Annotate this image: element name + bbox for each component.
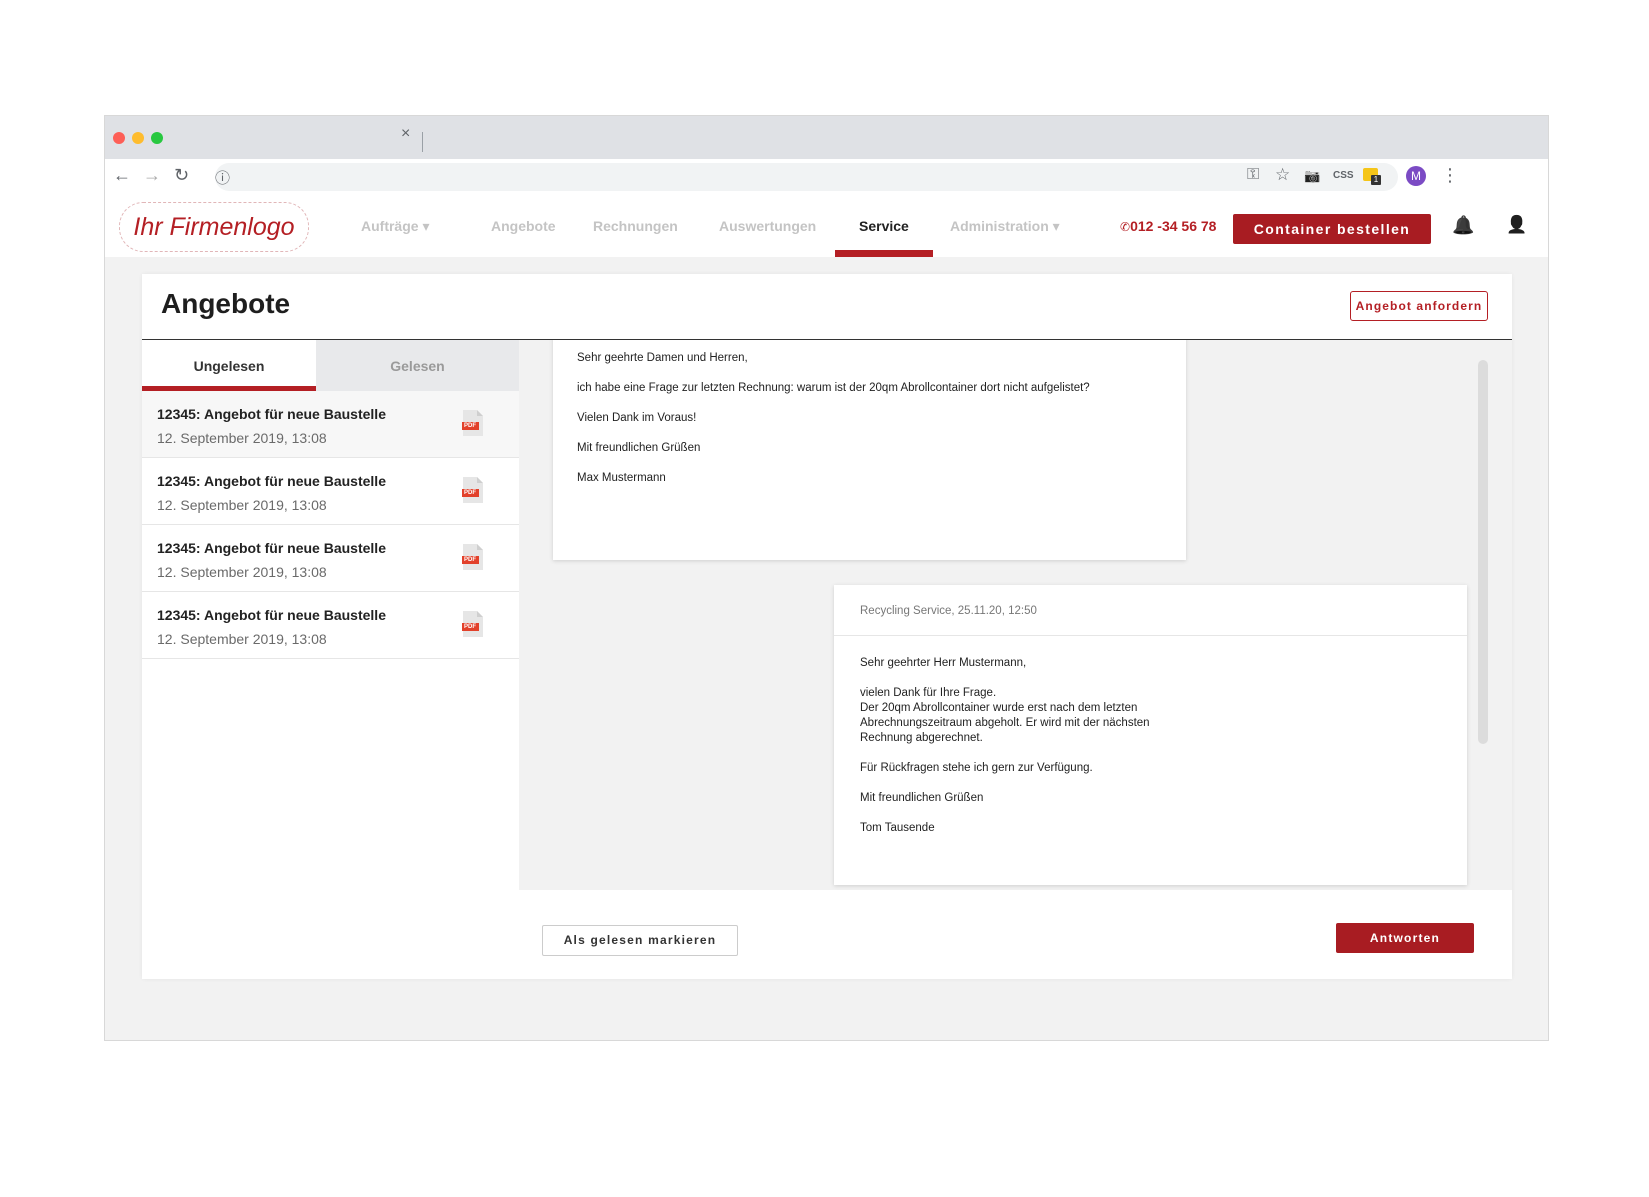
mark-as-read-button[interactable]: Als gelesen markieren <box>542 925 738 956</box>
pdf-icon[interactable]: PDF <box>462 476 484 504</box>
reply-button[interactable]: Antworten <box>1336 923 1474 953</box>
message-customer: Sehr geehrte Damen und Herren, ich habe … <box>553 340 1186 560</box>
close-window-button[interactable] <box>113 132 125 144</box>
list-item-date: 12. September 2019, 13:08 <box>157 564 327 580</box>
pdf-icon[interactable]: PDF <box>462 543 484 571</box>
reload-icon[interactable]: ↻ <box>174 165 189 186</box>
message-line: Für Rückfragen stehe ich gern zur Verfüg… <box>860 762 1093 774</box>
user-icon[interactable]: 👤 <box>1506 215 1527 235</box>
address-bar[interactable]: ⓘ ⚿ ☆ <box>215 163 1398 191</box>
message-line: Max Mustermann <box>577 472 666 484</box>
message-line: Mit freundlichen Grüßen <box>860 792 984 804</box>
bell-icon[interactable]: 🔔 <box>1452 215 1474 236</box>
list-item-title: 12345: Angebot für neue Baustelle <box>157 607 386 623</box>
nav-service[interactable]: Service <box>859 195 909 257</box>
tab-unread[interactable]: Ungelesen <box>142 340 316 392</box>
message-header: Recycling Service, 25.11.20, 12:50 <box>834 585 1467 636</box>
back-icon[interactable]: ← <box>113 165 131 186</box>
message-line: Rechnung abgerechnet. <box>860 732 983 744</box>
list-item-title: 12345: Angebot für neue Baustelle <box>157 540 386 556</box>
message-sender-date: Recycling Service, 25.11.20, 12:50 <box>860 605 1037 617</box>
tab-bar: × <box>105 116 1548 159</box>
nav-angebote[interactable]: Angebote <box>491 195 556 257</box>
nav-active-indicator <box>835 250 933 257</box>
page-title: Angebote <box>161 288 291 319</box>
list-item-date: 12. September 2019, 13:08 <box>157 631 327 647</box>
message-line: Abrechnungszeitraum abgeholt. Er wird mi… <box>860 717 1150 729</box>
bookmark-star-icon[interactable]: ☆ <box>1275 165 1290 185</box>
list-item[interactable]: 12345: Angebot für neue Baustelle 12. Se… <box>142 458 519 525</box>
pdf-label: PDF <box>464 624 476 630</box>
extension-icon[interactable]: 1 <box>1363 168 1381 185</box>
message-line: Tom Tausende <box>860 822 935 834</box>
minimize-window-button[interactable] <box>132 132 144 144</box>
list-item[interactable]: 12345: Angebot für neue Baustelle 12. Se… <box>142 391 519 458</box>
profile-avatar[interactable]: M <box>1406 166 1426 186</box>
list-item-date: 12. September 2019, 13:08 <box>157 430 327 446</box>
message-line: Vielen Dank im Voraus! <box>577 412 697 424</box>
tab-read[interactable]: Gelesen <box>316 340 519 392</box>
message-line: Der 20qm Abrollcontainer wurde erst nach… <box>860 702 1138 714</box>
list-item[interactable]: 12345: Angebot für neue Baustelle 12. Se… <box>142 592 519 659</box>
message-line: Sehr geehrter Herr Mustermann, <box>860 657 1027 669</box>
extension-badge: 1 <box>1371 175 1381 185</box>
maximize-window-button[interactable] <box>151 132 163 144</box>
browser-window: × ← → ↻ ⓘ ⚿ ☆ 📷 CSS 1 M ⋮ Ihr Firmenlogo… <box>105 116 1548 1040</box>
scrollbar-thumb[interactable] <box>1478 360 1488 744</box>
key-icon[interactable]: ⚿ <box>1247 166 1259 184</box>
message-line: Mit freundlichen Grüßen <box>577 442 701 454</box>
app-header: Ihr Firmenlogo Aufträge ▾ Angebote Rechn… <box>105 195 1548 257</box>
phone-number-text: 012 -34 56 78 <box>1130 218 1217 234</box>
phone-icon: ✆ <box>1120 220 1131 234</box>
pdf-label: PDF <box>464 423 476 429</box>
tab-separator <box>422 132 423 152</box>
forward-icon[interactable]: → <box>143 165 161 186</box>
message-thread: Sehr geehrte Damen und Herren, ich habe … <box>519 340 1512 890</box>
pdf-label: PDF <box>464 490 476 496</box>
list-item[interactable]: 12345: Angebot für neue Baustelle 12. Se… <box>142 525 519 592</box>
site-info-icon[interactable]: ⓘ <box>215 167 230 188</box>
browser-menu-icon[interactable]: ⋮ <box>1441 165 1459 186</box>
nav-auftraege[interactable]: Aufträge ▾ <box>361 195 429 257</box>
pdf-icon[interactable]: PDF <box>462 409 484 437</box>
pdf-icon[interactable]: PDF <box>462 610 484 638</box>
message-line: ich habe eine Frage zur letzten Rechnung… <box>577 382 1090 394</box>
request-offer-button[interactable]: Angebot anfordern <box>1350 291 1488 321</box>
camera-icon[interactable]: 📷 <box>1304 168 1320 184</box>
nav-rechnungen[interactable]: Rechnungen <box>593 195 678 257</box>
offers-card: Angebote Angebot anfordern Ungelesen Gel… <box>142 274 1512 979</box>
nav-auswertungen[interactable]: Auswertungen <box>719 195 816 257</box>
message-service: Recycling Service, 25.11.20, 12:50 Sehr … <box>834 585 1467 885</box>
message-line: vielen Dank für Ihre Frage. <box>860 687 997 699</box>
pdf-label: PDF <box>464 557 476 563</box>
nav-administration[interactable]: Administration ▾ <box>950 195 1060 257</box>
phone-number[interactable]: ✆012 -34 56 78 <box>1120 195 1216 258</box>
message-line: Sehr geehrte Damen und Herren, <box>577 352 748 364</box>
browser-toolbar: ← → ↻ ⓘ ⚿ ☆ 📷 CSS 1 M ⋮ <box>105 159 1548 195</box>
company-logo[interactable]: Ihr Firmenlogo <box>119 202 309 252</box>
list-item-title: 12345: Angebot für neue Baustelle <box>157 406 386 422</box>
container-order-button[interactable]: Container bestellen <box>1233 214 1431 244</box>
css-extension-icon[interactable]: CSS <box>1333 170 1354 181</box>
list-item-date: 12. September 2019, 13:08 <box>157 497 327 513</box>
list-item-title: 12345: Angebot für neue Baustelle <box>157 473 386 489</box>
tab-close-icon[interactable]: × <box>401 125 410 143</box>
